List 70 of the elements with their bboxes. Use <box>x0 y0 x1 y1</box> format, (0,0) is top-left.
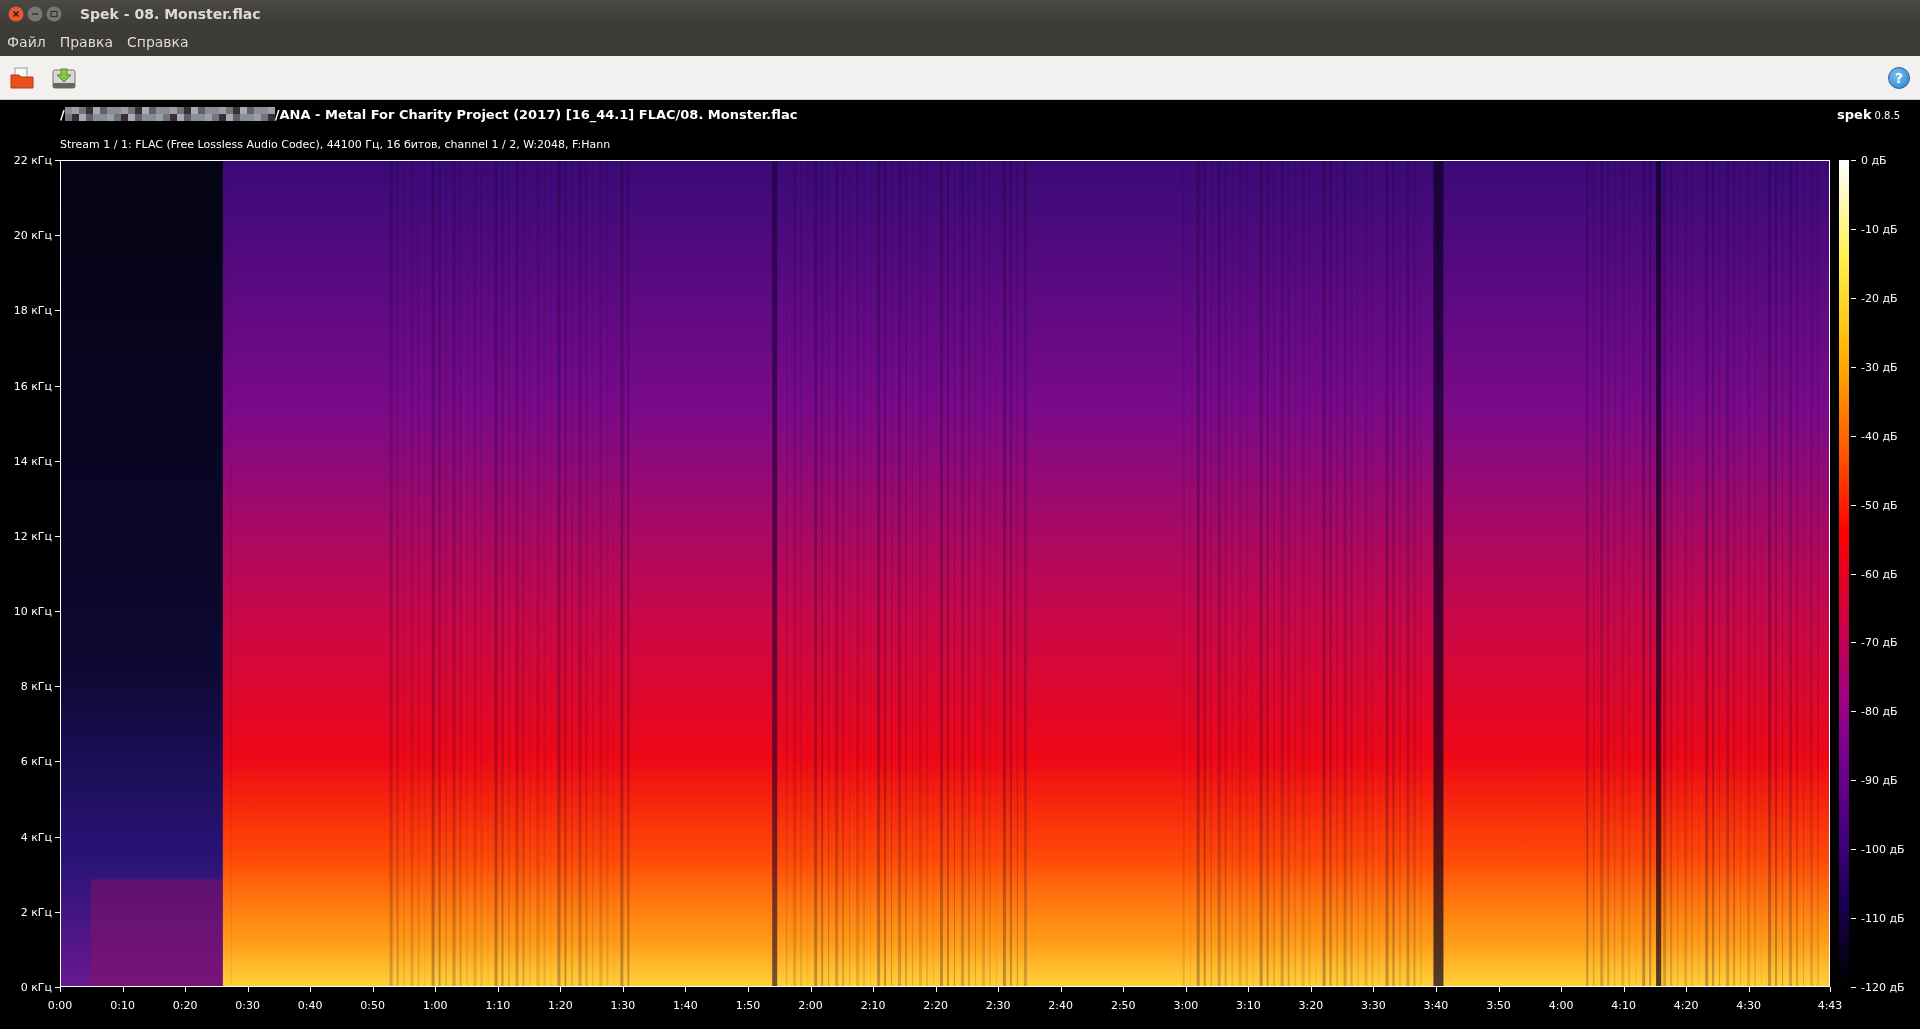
level-label: -120 дБ <box>1861 980 1905 994</box>
frequency-label: 10 кГц <box>13 604 52 618</box>
time-label: 3:20 <box>1298 999 1324 1012</box>
close-icon[interactable] <box>8 6 24 22</box>
time-label: 1:10 <box>485 999 511 1012</box>
save-button[interactable] <box>52 66 76 89</box>
frequency-label: 20 кГц <box>13 228 52 242</box>
frequency-label: 12 кГц <box>13 529 52 543</box>
time-label: 2:50 <box>1110 999 1136 1012</box>
level-label: -100 дБ <box>1861 842 1905 856</box>
time-label: 4:10 <box>1611 999 1636 1012</box>
frequency-label: 22 кГц <box>13 153 52 167</box>
time-label: 1:00 <box>422 999 448 1012</box>
app-version: 0.8.5 <box>1874 109 1900 121</box>
stream-info: Stream 1 / 1: FLAC (Free Lossless Audio Codec), 44100 Гц, 16 битов, channel 1 / 2, W:2048, F:Hann <box>60 137 611 151</box>
time-label: 4:30 <box>1736 999 1762 1012</box>
time-label: 2:10 <box>860 999 886 1012</box>
time-label: 1:30 <box>610 999 636 1012</box>
drive-download-icon <box>52 66 76 89</box>
time-label: 2:20 <box>923 999 948 1012</box>
menu-item[interactable]: Справка <box>121 32 194 52</box>
frequency-label: 16 кГц <box>13 379 52 393</box>
time-label: 0:50 <box>360 999 386 1012</box>
time-label: 0:00 <box>47 999 73 1012</box>
time-label: 4:00 <box>1548 999 1574 1012</box>
time-label: 4:43 <box>1817 999 1843 1012</box>
level-label: -50 дБ <box>1861 498 1898 512</box>
frequency-label: 4 кГц <box>20 830 52 844</box>
time-label: 1:40 <box>673 999 698 1012</box>
time-label: 1:50 <box>735 999 761 1012</box>
time-label: 0:40 <box>297 999 323 1012</box>
time-label: 3:00 <box>1173 999 1199 1012</box>
menu-item[interactable]: Правка <box>54 32 118 52</box>
time-label: 2:40 <box>1048 999 1074 1012</box>
level-label: -20 дБ <box>1861 291 1898 305</box>
time-label: 3:30 <box>1361 999 1386 1012</box>
time-label: 0:10 <box>110 999 135 1012</box>
open-button[interactable] <box>10 66 34 89</box>
level-label: -10 дБ <box>1861 222 1898 236</box>
level-label: -40 дБ <box>1861 429 1898 443</box>
time-label: 3:40 <box>1423 999 1449 1012</box>
level-label: -60 дБ <box>1861 567 1898 580</box>
time-label: 3:50 <box>1486 999 1511 1012</box>
level-label: -30 дБ <box>1861 360 1898 374</box>
app-name: spek <box>1837 106 1872 122</box>
frequency-label: 8 кГц <box>20 679 52 693</box>
frequency-label: 18 кГц <box>13 303 52 317</box>
level-label: -110 дБ <box>1861 911 1905 925</box>
file-path: / <box>60 106 65 122</box>
level-label: 0 дБ <box>1861 153 1887 167</box>
time-label: 2:00 <box>798 999 823 1012</box>
level-label: -90 дБ <box>1861 773 1898 787</box>
level-label: -80 дБ <box>1861 704 1898 718</box>
folder-icon <box>10 66 34 89</box>
time-label: 0:20 <box>172 999 198 1012</box>
frequency-label: 0 кГц <box>20 980 52 994</box>
level-label: -70 дБ <box>1861 635 1898 649</box>
time-label: 4:20 <box>1673 999 1699 1012</box>
frequency-label: 6 кГц <box>20 754 52 768</box>
minimize-icon[interactable] <box>27 6 43 22</box>
time-label: 0:30 <box>235 999 260 1012</box>
menu-item[interactable]: Файл <box>2 32 51 52</box>
frequency-label: 2 кГц <box>20 905 52 919</box>
time-label: 3:10 <box>1236 999 1261 1012</box>
maximize-icon[interactable] <box>46 6 62 22</box>
file-path: /ANA - Metal For Charity Project (2017) [16_44.1] FLAC/08. Monster.flac <box>274 106 798 122</box>
time-label: 1:20 <box>548 999 573 1012</box>
time-label: 2:30 <box>985 999 1011 1012</box>
frequency-label: 14 кГц <box>13 454 52 468</box>
window-title: Spek - 08. Monster.flac <box>80 6 261 22</box>
